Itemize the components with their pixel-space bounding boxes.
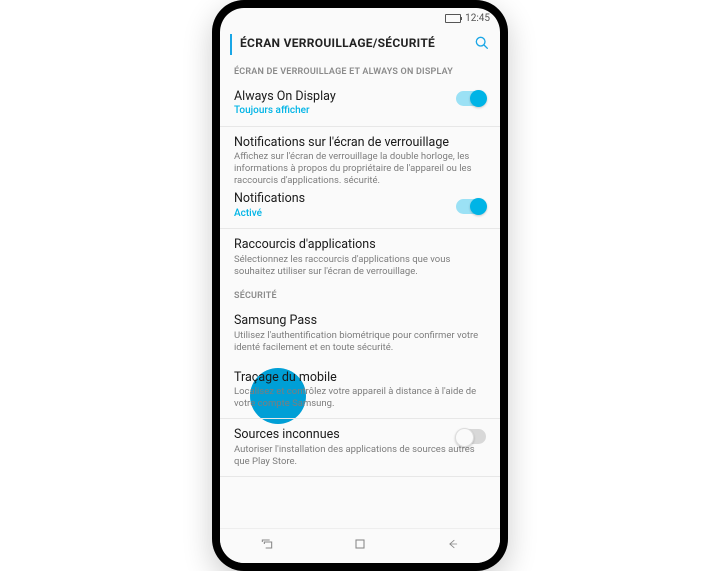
item-subtitle: Sélectionnez les raccourcis d'applicatio…: [234, 254, 486, 278]
item-title: Notifications: [234, 191, 486, 207]
recent-apps-button[interactable]: [259, 536, 275, 556]
phone-screen: 12:45 ÉCRAN VERROUILLAGE/SÉCURITÉ ÉCRAN …: [220, 8, 500, 563]
find-my-mobile-row[interactable]: Traçage du mobile Localisez et contrôlez…: [220, 362, 500, 419]
back-icon: [445, 536, 461, 552]
notifications-row[interactable]: Notifications Activé: [220, 189, 500, 229]
back-nav-button[interactable]: [445, 536, 461, 556]
content-area[interactable]: ÉCRAN DE VERROUILLAGE ET ALWAYS ON DISPL…: [220, 61, 500, 528]
item-title: Traçage du mobile: [234, 370, 486, 386]
back-button[interactable]: [230, 34, 232, 53]
recent-apps-icon: [259, 536, 275, 552]
item-title: Raccourcis d'applications: [234, 237, 486, 253]
chevron-left-icon: [230, 34, 232, 55]
always-on-display-toggle[interactable]: [456, 91, 486, 106]
item-subtitle: Autoriser l'installation des application…: [234, 444, 486, 468]
always-on-display-row[interactable]: Always On Display Toujours afficher: [220, 81, 500, 127]
section-header-security: SÉCURITÉ: [220, 285, 500, 305]
item-subtitle: Toujours afficher: [234, 105, 486, 118]
app-header: ÉCRAN VERROUILLAGE/SÉCURITÉ: [220, 28, 500, 61]
unknown-sources-toggle[interactable]: [456, 429, 486, 444]
app-shortcuts-row[interactable]: Raccourcis d'applications Sélectionnez l…: [220, 229, 500, 285]
battery-icon: [445, 14, 461, 23]
lockscreen-notifications-header-row[interactable]: Notifications sur l'écran de verrouillag…: [220, 127, 500, 189]
phone-frame: 12:45 ÉCRAN VERROUILLAGE/SÉCURITÉ ÉCRAN …: [212, 0, 508, 571]
item-title: Notifications sur l'écran de verrouillag…: [234, 135, 486, 151]
item-subtitle: Localisez et contrôlez votre appareil à …: [234, 386, 486, 410]
item-title: Sources inconnues: [234, 427, 486, 443]
page-title: ÉCRAN VERROUILLAGE/SÉCURITÉ: [240, 36, 466, 50]
item-title: Samsung Pass: [234, 313, 486, 329]
item-subtitle: Utilisez l'authentification biométrique …: [234, 330, 486, 354]
notifications-toggle[interactable]: [456, 199, 486, 214]
item-title: Always On Display: [234, 89, 486, 105]
status-time: 12:45: [465, 13, 490, 24]
item-subtitle: Affichez sur l'écran de verrouillage la …: [234, 151, 486, 187]
unknown-sources-row[interactable]: Sources inconnues Autoriser l'installati…: [220, 419, 500, 476]
section-header-lockscreen: ÉCRAN DE VERROUILLAGE ET ALWAYS ON DISPL…: [220, 61, 500, 81]
status-bar: 12:45: [220, 8, 500, 28]
search-button[interactable]: [474, 35, 490, 51]
home-icon: [352, 536, 368, 552]
navigation-bar: [220, 528, 500, 563]
search-icon: [474, 35, 490, 51]
samsung-pass-row[interactable]: Samsung Pass Utilisez l'authentification…: [220, 305, 500, 361]
item-subtitle: Activé: [234, 208, 486, 221]
home-button[interactable]: [352, 536, 368, 556]
